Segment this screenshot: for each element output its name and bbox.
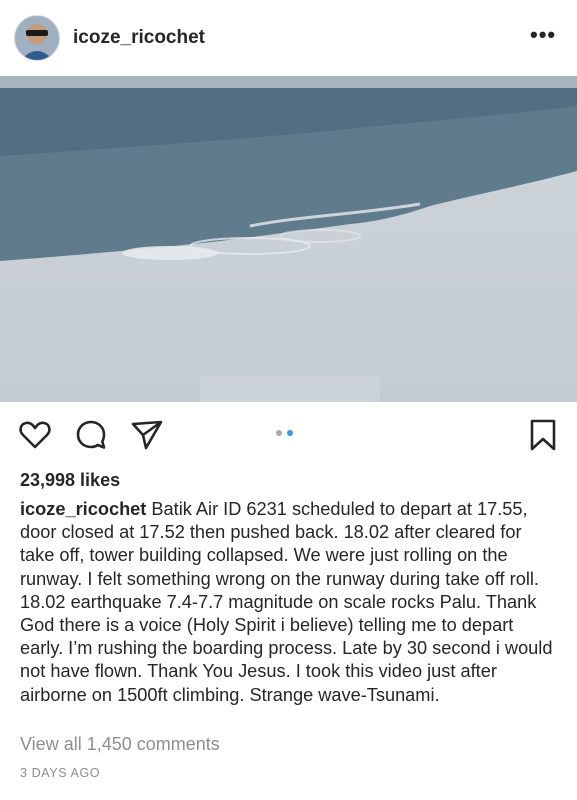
caption-text: Batik Air ID 6231 scheduled to depart at… <box>20 499 553 705</box>
send-icon[interactable] <box>130 418 164 452</box>
post-caption: icoze_ricochet Batik Air ID 6231 schedul… <box>20 498 560 707</box>
post-timestamp: 3 DAYS AGO <box>20 766 101 780</box>
comment-icon[interactable] <box>74 418 108 452</box>
post-username[interactable]: icoze_ricochet <box>73 27 205 49</box>
carousel-dot <box>276 430 282 436</box>
more-options-icon[interactable]: ••• <box>530 22 556 48</box>
view-comments-link[interactable]: View all 1,450 comments <box>20 734 220 755</box>
heart-icon[interactable] <box>18 418 52 452</box>
post-header: icoze_ricochet ••• <box>0 0 577 76</box>
carousel-indicator <box>276 430 293 436</box>
avatar[interactable] <box>14 15 60 61</box>
likes-count[interactable]: 23,998 likes <box>20 470 120 491</box>
post-image[interactable] <box>0 76 577 402</box>
caption-username[interactable]: icoze_ricochet <box>20 499 146 519</box>
aerial-sea-photo <box>0 76 577 402</box>
bookmark-icon[interactable] <box>526 418 560 452</box>
carousel-dot-active <box>287 430 293 436</box>
avatar-image <box>15 16 59 60</box>
